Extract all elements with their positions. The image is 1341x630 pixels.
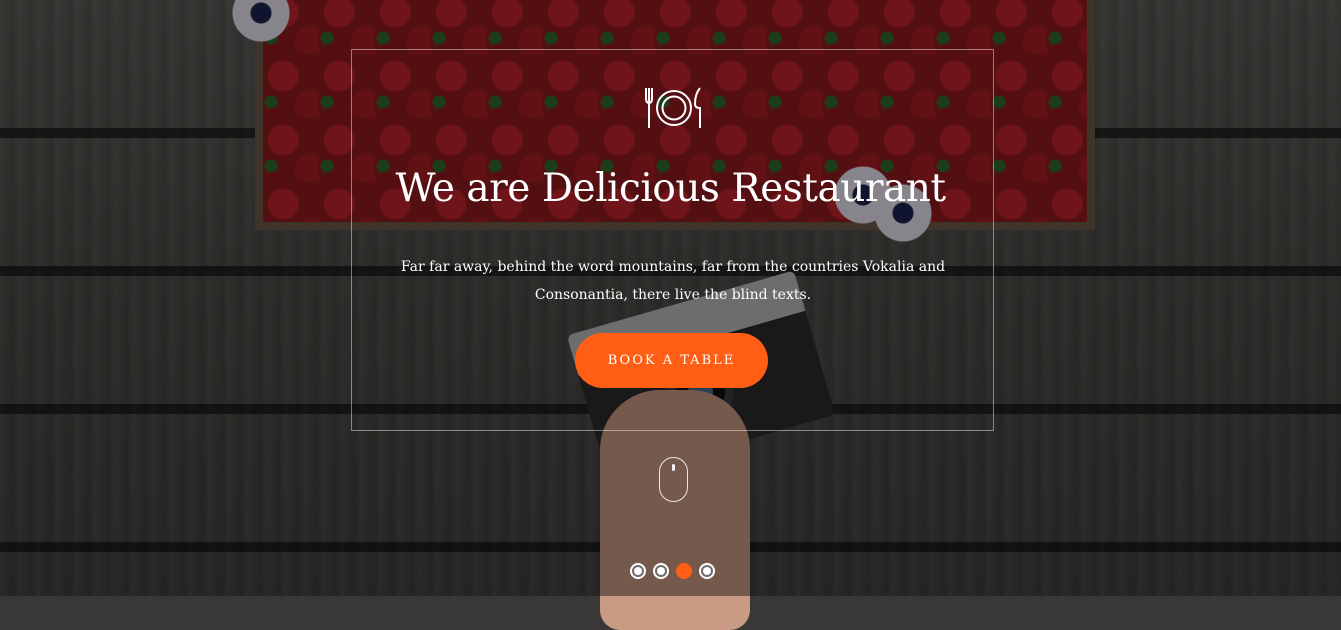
mouse-scroll-icon[interactable] bbox=[659, 457, 688, 502]
hero-title: We are Delicious Restaurant bbox=[395, 166, 946, 211]
slider-dot-2[interactable] bbox=[653, 563, 669, 579]
slider-pagination bbox=[630, 563, 715, 579]
slider-dot-3[interactable] bbox=[676, 563, 692, 579]
hero-subtitle: Far far away, behind the word mountains,… bbox=[400, 259, 946, 303]
book-table-button[interactable]: BOOK A TABLE bbox=[575, 333, 768, 388]
mouse-wheel-icon bbox=[672, 464, 675, 471]
slider-dot-4[interactable] bbox=[699, 563, 715, 579]
plate-fork-knife-icon bbox=[645, 87, 701, 128]
slider-dot-1[interactable] bbox=[630, 563, 646, 579]
